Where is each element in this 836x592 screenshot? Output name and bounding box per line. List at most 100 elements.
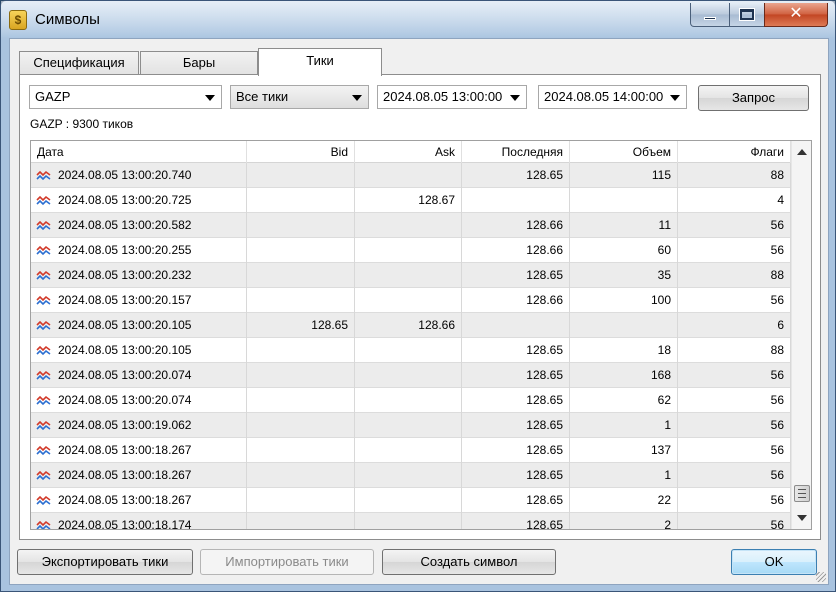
export-ticks-button[interactable]: Экспортировать тики: [17, 549, 193, 575]
cell-last: [462, 313, 570, 338]
scroll-down-icon[interactable]: [797, 515, 807, 521]
ticks-table: Дата Bid Ask Последняя Объем Флаги 2024.…: [30, 140, 812, 530]
cell-last: 128.65: [462, 438, 570, 463]
cell-bid: [247, 163, 355, 188]
cell-bid: [247, 388, 355, 413]
column-header-bid[interactable]: Bid: [247, 141, 355, 163]
create-symbol-button[interactable]: Создать символ: [382, 549, 556, 575]
table-row[interactable]: 2024.08.05 13:00:20.740 128.65 115 88: [31, 163, 791, 188]
cell-volume: 2: [570, 513, 678, 529]
tick-type-select[interactable]: Все тики: [230, 85, 369, 109]
table-row[interactable]: 2024.08.05 13:00:20.105 128.65 18 88: [31, 338, 791, 363]
query-button[interactable]: Запрос: [698, 85, 809, 111]
resize-grip[interactable]: [816, 572, 826, 582]
symbol-select[interactable]: GAZP: [29, 85, 222, 109]
table-row[interactable]: 2024.08.05 13:00:20.074 128.65 168 56: [31, 363, 791, 388]
chevron-down-icon: [352, 95, 362, 101]
table-body: 2024.08.05 13:00:20.740 128.65 115 88 2024.0…: [31, 163, 791, 529]
cell-flags: 56: [678, 513, 791, 529]
cell-volume: 22: [570, 488, 678, 513]
cell-bid: [247, 288, 355, 313]
cell-last: 128.66: [462, 238, 570, 263]
cell-ask: [355, 163, 462, 188]
cell-flags: 88: [678, 263, 791, 288]
cell-date: 2024.08.05 13:00:20.074: [31, 388, 247, 413]
cell-bid: [247, 413, 355, 438]
cell-last: 128.66: [462, 213, 570, 238]
cell-date: 2024.08.05 13:00:20.157: [31, 288, 247, 313]
close-button[interactable]: ✕: [764, 3, 828, 27]
cell-bid: [247, 463, 355, 488]
cell-date: 2024.08.05 13:00:18.267: [31, 438, 247, 463]
column-header-flags[interactable]: Флаги: [678, 141, 791, 163]
table-row[interactable]: 2024.08.05 13:00:19.062 128.65 1 56: [31, 413, 791, 438]
cell-last: 128.65: [462, 388, 570, 413]
cell-bid: 128.65: [247, 313, 355, 338]
column-header-last[interactable]: Последняя: [462, 141, 570, 163]
cell-bid: [247, 513, 355, 529]
cell-volume: 18: [570, 338, 678, 363]
table-row[interactable]: 2024.08.05 13:00:20.105 128.65 128.66 6: [31, 313, 791, 338]
column-header-date[interactable]: Дата: [31, 141, 247, 163]
cell-date: 2024.08.05 13:00:20.255: [31, 238, 247, 263]
cell-flags: 56: [678, 388, 791, 413]
table-row[interactable]: 2024.08.05 13:00:18.267 128.65 137 56: [31, 438, 791, 463]
table-row[interactable]: 2024.08.05 13:00:18.267 128.65 22 56: [31, 488, 791, 513]
column-header-volume[interactable]: Объем: [570, 141, 678, 163]
dollar-icon: $: [9, 10, 27, 30]
table-row[interactable]: 2024.08.05 13:00:20.232 128.65 35 88: [31, 263, 791, 288]
ticks-panel: GAZP Все тики 2024.08.05 13:00:00 2024.0…: [19, 74, 821, 540]
maximize-button[interactable]: [729, 3, 765, 27]
import-ticks-button[interactable]: Импортировать тики: [200, 549, 374, 575]
title-bar[interactable]: $ Символы ✕: [1, 1, 835, 37]
cell-volume: 35: [570, 263, 678, 288]
date-to-picker[interactable]: 2024.08.05 14:00:00: [538, 85, 687, 109]
cell-last: 128.65: [462, 413, 570, 438]
cell-volume: 60: [570, 238, 678, 263]
ok-button[interactable]: OK: [731, 549, 817, 575]
table-row[interactable]: 2024.08.05 13:00:20.582 128.66 11 56: [31, 213, 791, 238]
chevron-down-icon: [670, 95, 680, 101]
cell-date: 2024.08.05 13:00:19.062: [31, 413, 247, 438]
cell-flags: 56: [678, 463, 791, 488]
tab-specification[interactable]: Спецификация: [19, 51, 139, 75]
cell-bid: [247, 188, 355, 213]
cell-ask: [355, 463, 462, 488]
tab-bars[interactable]: Бары: [140, 51, 258, 75]
cell-volume: [570, 313, 678, 338]
cell-date: 2024.08.05 13:00:20.074: [31, 363, 247, 388]
cell-bid: [247, 438, 355, 463]
date-from-picker[interactable]: 2024.08.05 13:00:00: [377, 85, 527, 109]
cell-bid: [247, 338, 355, 363]
scroll-up-icon[interactable]: [797, 149, 807, 155]
table-row[interactable]: 2024.08.05 13:00:20.725 128.67 4: [31, 188, 791, 213]
cell-flags: 88: [678, 338, 791, 363]
table-row[interactable]: 2024.08.05 13:00:20.074 128.65 62 56: [31, 388, 791, 413]
table-row[interactable]: 2024.08.05 13:00:18.174 128.65 2 56: [31, 513, 791, 529]
table-row[interactable]: 2024.08.05 13:00:20.157 128.66 100 56: [31, 288, 791, 313]
symbol-select-value: GAZP: [35, 89, 71, 104]
column-header-ask[interactable]: Ask: [355, 141, 462, 163]
symbols-dialog: $ Символы ✕ Спецификация Бары Тики GAZP …: [0, 0, 836, 592]
cell-flags: 56: [678, 213, 791, 238]
cell-volume: [570, 188, 678, 213]
cell-volume: 100: [570, 288, 678, 313]
window-title: Символы: [35, 11, 100, 28]
cell-volume: 62: [570, 388, 678, 413]
scroll-thumb[interactable]: [794, 485, 810, 502]
table-row[interactable]: 2024.08.05 13:00:18.267 128.65 1 56: [31, 463, 791, 488]
cell-volume: 168: [570, 363, 678, 388]
cell-volume: 11: [570, 213, 678, 238]
cell-last: 128.65: [462, 513, 570, 529]
cell-date: 2024.08.05 13:00:18.267: [31, 463, 247, 488]
vertical-scrollbar[interactable]: [791, 141, 811, 529]
minimize-button[interactable]: [690, 3, 730, 27]
cell-ask: [355, 263, 462, 288]
chevron-down-icon: [205, 95, 215, 101]
tab-ticks[interactable]: Тики: [258, 48, 382, 76]
tick-type-value: Все тики: [236, 89, 289, 104]
cell-flags: 4: [678, 188, 791, 213]
table-row[interactable]: 2024.08.05 13:00:20.255 128.66 60 56: [31, 238, 791, 263]
cell-volume: 115: [570, 163, 678, 188]
cell-ask: [355, 513, 462, 529]
